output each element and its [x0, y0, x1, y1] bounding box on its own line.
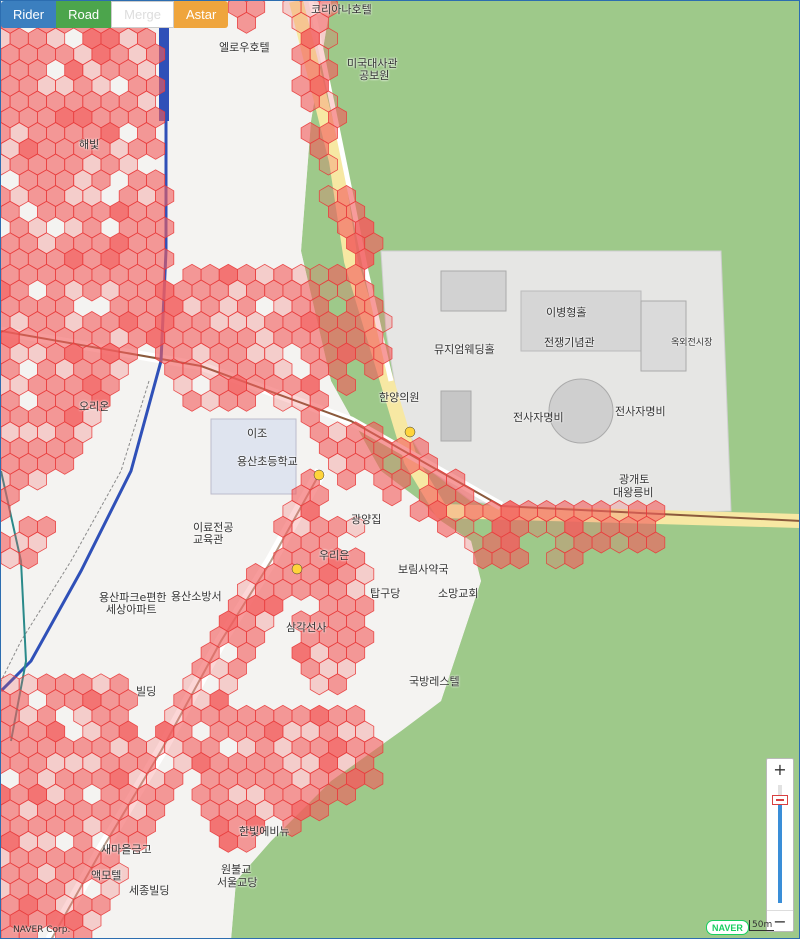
- place-label: 세상아파트: [106, 603, 157, 616]
- naver-logo[interactable]: NAVER: [706, 920, 749, 935]
- place-label: 액모텔: [91, 869, 122, 882]
- building-block: [440, 270, 507, 312]
- zoom-handle[interactable]: [772, 795, 788, 805]
- place-label: 빌딩: [136, 685, 157, 698]
- place-label: 엘로우호텔: [219, 41, 270, 54]
- place-label: 공보원: [359, 69, 390, 82]
- place-label: 국방레스텔: [409, 675, 460, 688]
- merge-button[interactable]: Merge: [111, 1, 175, 28]
- station-platform: [159, 21, 169, 121]
- place-label: 대왕릉비: [613, 486, 654, 499]
- place-label: 전사자명비: [513, 411, 564, 424]
- place-label: 옥외전시장: [671, 338, 713, 348]
- zoom-control: + −: [766, 758, 794, 932]
- subway-icon[interactable]: [291, 563, 303, 575]
- place-label: 한빛에비뉴: [239, 825, 290, 838]
- place-label: 해빛: [79, 138, 100, 151]
- place-label: 코리아나호텔: [311, 3, 372, 16]
- rider-button[interactable]: Rider: [1, 1, 57, 28]
- place-label: 용산소방서: [171, 590, 222, 603]
- place-label: 뮤지엄웨딩홀: [434, 343, 495, 356]
- place-label: 우리은: [319, 549, 350, 562]
- place-label: 새마을금고: [101, 843, 152, 856]
- subway-icon[interactable]: [313, 469, 325, 481]
- place-label: 삼각선사: [286, 621, 327, 634]
- place-label: 보림사약국: [398, 563, 449, 576]
- attribution: NAVER Corp.: [13, 925, 71, 935]
- layer-toolbar: Rider Road Merge Astar: [1, 1, 229, 28]
- place-label: 탑구당: [370, 587, 401, 600]
- place-label: 서울교당: [217, 876, 258, 889]
- scale-bar: 50m: [749, 920, 775, 931]
- place-label: 오리온: [79, 400, 110, 413]
- road-button[interactable]: Road: [56, 1, 112, 28]
- place-label: 세종빌딩: [129, 884, 170, 897]
- building-block: [440, 390, 472, 442]
- subway-icon[interactable]: [404, 426, 416, 438]
- zoom-fill: [778, 805, 782, 903]
- place-label: 한양의원: [379, 391, 420, 404]
- place-label: 광양집: [351, 513, 382, 526]
- map-canvas[interactable]: [1, 1, 800, 939]
- place-label: 전사자명비: [615, 405, 666, 418]
- astar-button[interactable]: Astar: [174, 1, 229, 28]
- place-label: 이조: [247, 427, 268, 440]
- place-label: 전쟁기념관: [544, 336, 595, 349]
- place-label: 용산초등학교: [237, 455, 298, 468]
- place-label: 이병형홀: [546, 306, 587, 319]
- map-view[interactable]: 코리아나호텔 엘로우호텔 미국대사관 공보원 해빛 이병형홀 뮤지엄웨딩홀 전쟁…: [0, 0, 800, 939]
- zoom-in-button[interactable]: +: [767, 759, 793, 779]
- place-label: 교육관: [193, 533, 224, 546]
- place-label: 소망교회: [438, 587, 479, 600]
